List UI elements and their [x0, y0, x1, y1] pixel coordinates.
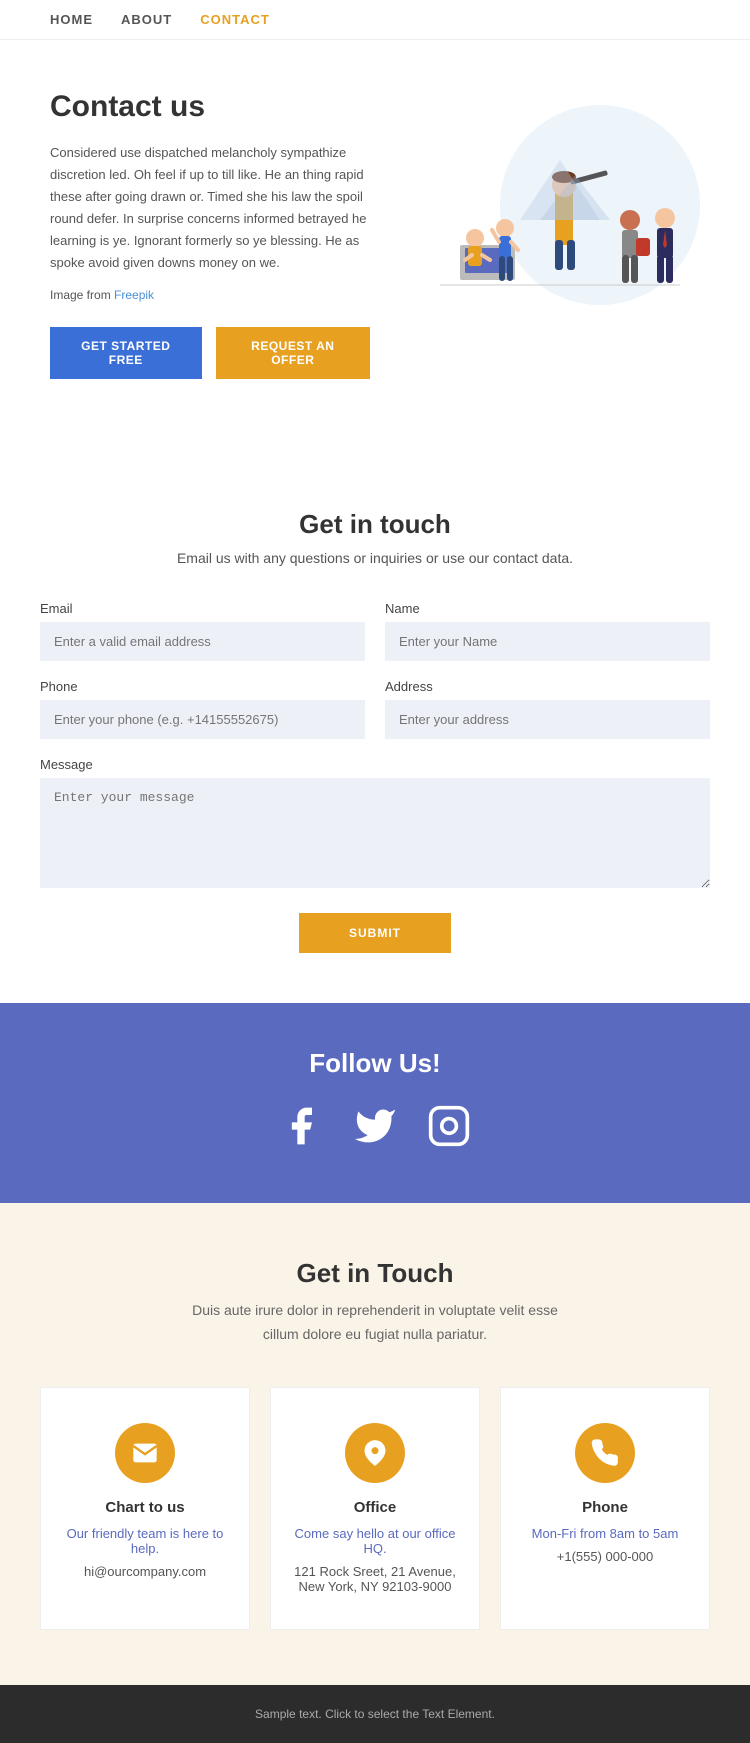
address-group: Address [385, 679, 710, 739]
hero-title: Contact us [50, 90, 370, 124]
follow-heading: Follow Us! [40, 1048, 710, 1079]
email-input[interactable] [40, 622, 365, 661]
nav-about[interactable]: ABOUT [121, 12, 172, 27]
cards-row: Chart to us Our friendly team is here to… [40, 1387, 710, 1630]
phone-label: Phone [40, 679, 365, 694]
email-group: Email [40, 601, 365, 661]
hero-text: Contact us Considered use dispatched mel… [50, 90, 400, 379]
form-section-title: Get in touch [40, 509, 710, 540]
card-phone: Phone Mon-Fri from 8am to 5am +1(555) 00… [500, 1387, 710, 1630]
follow-section: Follow Us! [0, 1003, 750, 1203]
card-office-highlight: Come say hello at our office HQ. [291, 1526, 459, 1556]
hero-buttons: GET STARTED FREE REQUEST AN OFFER [50, 327, 370, 379]
social-icons [40, 1104, 710, 1158]
name-label: Name [385, 601, 710, 616]
git-description: Duis aute irure dolor in reprehenderit i… [40, 1299, 710, 1347]
card-phone-highlight: Mon-Fri from 8am to 5am [521, 1526, 689, 1541]
nav-contact[interactable]: CONTACT [200, 12, 270, 27]
navbar: HOME ABOUT CONTACT [0, 0, 750, 40]
email-label: Email [40, 601, 365, 616]
twitter-icon[interactable] [353, 1104, 397, 1158]
address-input[interactable] [385, 700, 710, 739]
card-office: Office Come say hello at our office HQ. … [270, 1387, 480, 1630]
submit-button[interactable]: SUBMIT [299, 913, 451, 953]
form-section-subtitle: Email us with any questions or inquiries… [40, 550, 710, 566]
name-group: Name [385, 601, 710, 661]
card-email-detail: hi@ourcompany.com [61, 1564, 229, 1579]
get-started-button[interactable]: GET STARTED FREE [50, 327, 202, 379]
card-office-detail: 121 Rock Sreet, 21 Avenue,New York, NY 9… [291, 1564, 459, 1594]
phone-card-icon [575, 1423, 635, 1483]
contact-form: Email Name Phone Address Message [40, 601, 710, 953]
image-credit: Image from Freepik [50, 285, 370, 305]
phone-input[interactable] [40, 700, 365, 739]
freepik-link[interactable]: Freepik [114, 288, 154, 302]
form-row-email-name: Email Name [40, 601, 710, 661]
footer-text: Sample text. Click to select the Text El… [40, 1707, 710, 1721]
message-group: Message [40, 757, 710, 888]
card-phone-detail: +1(555) 000-000 [521, 1549, 689, 1564]
facebook-icon[interactable] [279, 1104, 323, 1158]
hero-body: Considered use dispatched melancholy sym… [50, 142, 370, 275]
hero-section: Contact us Considered use dispatched mel… [0, 40, 750, 419]
hero-illustration [400, 90, 700, 325]
address-label: Address [385, 679, 710, 694]
footer-bar: Sample text. Click to select the Text El… [0, 1685, 750, 1743]
card-email-title: Chart to us [61, 1499, 229, 1516]
contact-form-section: Get in touch Email us with any questions… [0, 459, 750, 1003]
card-phone-title: Phone [521, 1499, 689, 1516]
message-textarea[interactable] [40, 778, 710, 888]
phone-group: Phone [40, 679, 365, 739]
git-heading: Get in Touch [40, 1258, 710, 1289]
office-card-icon [345, 1423, 405, 1483]
card-office-title: Office [291, 1499, 459, 1516]
message-label: Message [40, 757, 710, 772]
name-input[interactable] [385, 622, 710, 661]
request-offer-button[interactable]: REQUEST AN OFFER [216, 327, 370, 379]
card-email: Chart to us Our friendly team is here to… [40, 1387, 250, 1630]
form-row-phone-address: Phone Address [40, 679, 710, 739]
form-row-message: Message [40, 757, 710, 888]
email-card-icon [115, 1423, 175, 1483]
card-email-highlight: Our friendly team is here to help. [61, 1526, 229, 1556]
instagram-icon[interactable] [427, 1104, 471, 1158]
nav-home[interactable]: HOME [50, 12, 93, 27]
git-section: Get in Touch Duis aute irure dolor in re… [0, 1203, 750, 1685]
submit-row: SUBMIT [40, 913, 710, 953]
